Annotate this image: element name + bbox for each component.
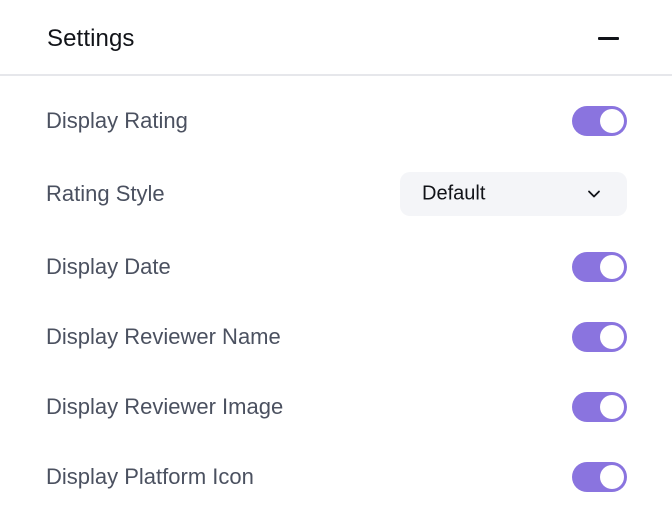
toggle-knob bbox=[600, 395, 624, 419]
settings-panel: Settings Display Rating Rating Style Def… bbox=[0, 0, 672, 517]
rating-style-value: Default bbox=[422, 182, 486, 205]
minus-icon bbox=[598, 37, 619, 40]
toggle-knob bbox=[600, 109, 624, 133]
toggle-knob bbox=[600, 325, 624, 349]
setting-label-display-rating: Display Rating bbox=[46, 108, 188, 133]
setting-row-display-reviewer-image: Display Reviewer Image bbox=[0, 382, 672, 432]
settings-header: Settings bbox=[0, 0, 672, 76]
setting-row-display-reviewer-name: Display Reviewer Name bbox=[0, 312, 672, 362]
display-date-toggle[interactable] bbox=[572, 252, 627, 282]
chevron-down-icon bbox=[588, 190, 600, 198]
settings-title: Settings bbox=[47, 25, 135, 52]
display-platform-icon-toggle[interactable] bbox=[572, 462, 627, 492]
setting-row-display-platform-icon: Display Platform Icon bbox=[0, 452, 672, 502]
setting-label-display-reviewer-image: Display Reviewer Image bbox=[46, 394, 284, 419]
display-reviewer-image-toggle[interactable] bbox=[572, 392, 627, 422]
setting-label-display-date: Display Date bbox=[46, 254, 171, 279]
setting-label-display-platform-icon: Display Platform Icon bbox=[46, 464, 254, 489]
rating-style-select[interactable]: Default bbox=[400, 172, 627, 216]
setting-label-display-reviewer-name: Display Reviewer Name bbox=[46, 324, 281, 349]
toggle-knob bbox=[600, 255, 624, 279]
collapse-button[interactable] bbox=[592, 24, 626, 54]
display-reviewer-name-toggle[interactable] bbox=[572, 322, 627, 352]
display-rating-toggle[interactable] bbox=[572, 106, 627, 136]
setting-row-display-date: Display Date bbox=[0, 242, 672, 292]
setting-label-rating-style: Rating Style bbox=[46, 181, 165, 206]
setting-row-display-rating: Display Rating bbox=[0, 96, 672, 146]
toggle-knob bbox=[600, 465, 624, 489]
setting-row-rating-style: Rating Style Default bbox=[0, 169, 672, 219]
